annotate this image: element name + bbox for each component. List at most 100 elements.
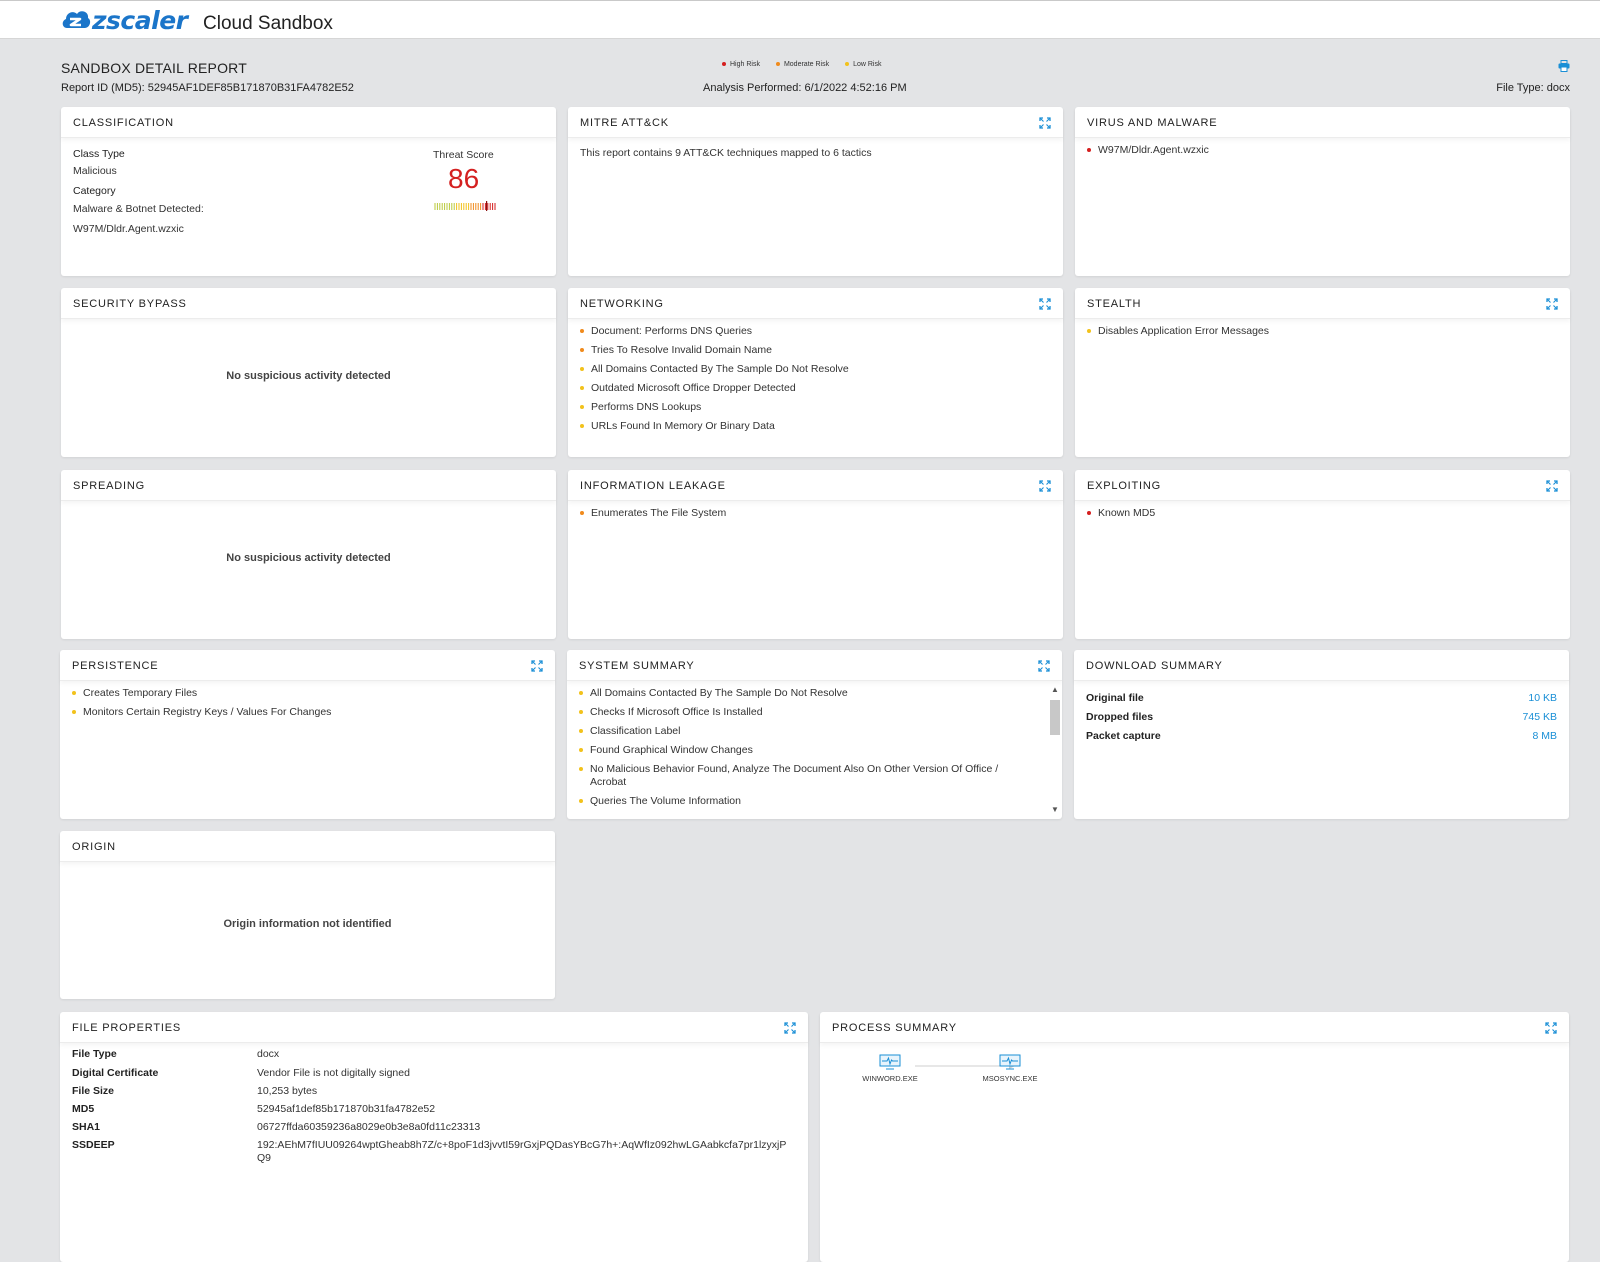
app-title: Cloud Sandbox xyxy=(203,13,333,34)
list-item: Tries To Resolve Invalid Domain Name xyxy=(580,344,1049,357)
card-title: VIRUS AND MALWARE xyxy=(1087,117,1218,129)
card-title: FILE PROPERTIES xyxy=(72,1022,181,1034)
file-properties-card: FILE PROPERTIES File Type docx Digital C… xyxy=(60,1012,808,1262)
list-item: All Domains Contacted By The Sample Do N… xyxy=(580,363,1049,376)
card-title: SPREADING xyxy=(73,480,145,492)
analysis-performed: Analysis Performed: 6/1/2022 4:52:16 PM xyxy=(703,82,907,94)
expand-icon[interactable] xyxy=(1546,298,1558,310)
list-item: Checks If Microsoft Office Is Installed xyxy=(579,706,1036,719)
mitre-card: MITRE ATT&CK This report contains 9 ATT&… xyxy=(568,107,1063,276)
stealth-list: Disables Application Error Messages xyxy=(1087,325,1556,344)
networking-list: Document: Performs DNS Queries Tries To … xyxy=(580,325,1049,439)
expand-icon[interactable] xyxy=(1039,480,1051,492)
process-node-msosync[interactable]: MSOSYNC.EXE xyxy=(980,1054,1040,1083)
download-summary-card: DOWNLOAD SUMMARY Original file 10 KB Dro… xyxy=(1074,650,1569,819)
download-original-link[interactable]: 10 KB xyxy=(1528,692,1557,704)
sha1-value: 06727ffda60359236a8029e0b3e8a0fd11c23313 xyxy=(257,1121,481,1133)
top-bar: zscaler Cloud Sandbox xyxy=(0,0,1600,39)
virus-malware-card: VIRUS AND MALWARE W97M/Dldr.Agent.wzxic xyxy=(1075,107,1570,276)
list-item: Document: Performs DNS Queries xyxy=(580,325,1049,338)
logo-text: zscaler xyxy=(92,5,188,35)
threat-score-value: 86 xyxy=(448,163,480,194)
system-summary-card: SYSTEM SUMMARY All Domains Contacted By … xyxy=(567,650,1062,819)
category-value: Malware & Botnet Detected: xyxy=(73,203,204,215)
system-summary-list: All Domains Contacted By The Sample Do N… xyxy=(579,687,1036,814)
expand-icon[interactable] xyxy=(1039,117,1051,129)
download-row-original: Original file 10 KB xyxy=(1086,692,1557,704)
threat-score-label: Threat Score xyxy=(433,149,494,161)
list-item: Known MD5 xyxy=(1087,507,1556,520)
card-title: INFORMATION LEAKAGE xyxy=(580,480,726,492)
print-icon[interactable] xyxy=(1558,60,1570,72)
digital-certificate-value: Vendor File is not digitally signed xyxy=(257,1067,410,1079)
file-type-value: docx xyxy=(257,1048,280,1060)
info-leakage-list: Enumerates The File System xyxy=(580,507,1049,526)
security-bypass-card: SECURITY BYPASS No suspicious activity d… xyxy=(61,288,556,457)
mitre-summary: This report contains 9 ATT&CK techniques… xyxy=(580,147,872,159)
list-item: Queries The Volume Information xyxy=(579,795,1036,808)
classification-card: CLASSIFICATION Class Type Malicious Cate… xyxy=(61,107,556,276)
expand-icon[interactable] xyxy=(1545,1022,1557,1034)
md5-value: 52945af1def85b171870b31fa4782e52 xyxy=(257,1103,436,1115)
virus-list: W97M/Dldr.Agent.wzxic xyxy=(1087,144,1556,163)
exploiting-list: Known MD5 xyxy=(1087,507,1556,526)
expand-icon[interactable] xyxy=(1546,480,1558,492)
report-id: Report ID (MD5): 52945AF1DEF85B171870B31… xyxy=(61,82,354,94)
scroll-up-arrow-icon[interactable]: ▲ xyxy=(1050,685,1060,695)
list-item: All Domains Contacted By The Sample Do N… xyxy=(579,687,1036,700)
class-type-value: Malicious xyxy=(73,165,117,177)
download-dropped-link[interactable]: 745 KB xyxy=(1523,711,1557,723)
file-type-header: File Type: docx xyxy=(1496,82,1570,94)
spreading-card: SPREADING No suspicious activity detecte… xyxy=(61,470,556,639)
card-title: NETWORKING xyxy=(580,298,664,310)
list-item: Classification Label xyxy=(579,725,1036,738)
empty-message: No suspicious activity detected xyxy=(226,552,391,564)
card-title: SECURITY BYPASS xyxy=(73,298,187,310)
networking-card: NETWORKING Document: Performs DNS Querie… xyxy=(568,288,1063,457)
list-item: Monitors Certain Registry Keys / Values … xyxy=(72,706,541,719)
list-item: URLs Found In Memory Or Binary Data xyxy=(580,420,1049,433)
process-node-winword[interactable]: WINWORD.EXE xyxy=(860,1054,920,1083)
origin-card: ORIGIN Origin information not identified xyxy=(60,831,555,999)
list-item: Enumerates The File System xyxy=(580,507,1049,520)
card-title: CLASSIFICATION xyxy=(73,117,174,129)
scroll-down-arrow-icon[interactable]: ▼ xyxy=(1050,805,1060,815)
list-item: Disables Application Error Messages xyxy=(1087,325,1556,338)
download-pcap-link[interactable]: 8 MB xyxy=(1532,730,1557,742)
class-type-label: Class Type xyxy=(73,148,125,160)
exploiting-card: EXPLOITING Known MD5 xyxy=(1075,470,1570,639)
card-title: ORIGIN xyxy=(72,841,116,853)
zscaler-cloud-icon xyxy=(62,11,91,29)
legend-high-risk: High Risk xyxy=(722,61,760,68)
scrollbar[interactable]: ▲ ▼ xyxy=(1048,683,1060,817)
expand-icon[interactable] xyxy=(1039,298,1051,310)
card-title: DOWNLOAD SUMMARY xyxy=(1086,660,1223,672)
card-title: PERSISTENCE xyxy=(72,660,159,672)
download-row-pcap: Packet capture 8 MB xyxy=(1086,730,1557,742)
process-monitor-icon xyxy=(999,1054,1021,1070)
expand-icon[interactable] xyxy=(1038,660,1050,672)
expand-icon[interactable] xyxy=(531,660,543,672)
expand-icon[interactable] xyxy=(784,1022,796,1034)
digital-certificate-key: Digital Certificate xyxy=(72,1067,159,1079)
stealth-card: STEALTH Disables Application Error Messa… xyxy=(1075,288,1570,457)
legend-moderate-risk: Moderate Risk xyxy=(775,61,829,68)
list-item: No Malicious Behavior Found, Analyze The… xyxy=(579,763,1036,789)
risk-legend: High Risk Moderate Risk Low Risk xyxy=(722,61,882,68)
file-size-key: File Size xyxy=(72,1085,115,1097)
process-summary-card: PROCESS SUMMARY WINWORD.EXE MSOSYNC.EXE xyxy=(820,1012,1569,1262)
file-type-key: File Type xyxy=(72,1048,117,1060)
ssdeep-value: 192:AEhM7fIUU09264wptGheab8h7Z/c+8poF1d3… xyxy=(257,1139,787,1164)
card-title: STEALTH xyxy=(1087,298,1142,310)
list-item: Creates Temporary Files xyxy=(72,687,541,700)
scroll-thumb[interactable] xyxy=(1050,700,1060,735)
process-monitor-icon xyxy=(879,1054,901,1070)
zscaler-logo[interactable]: zscaler xyxy=(61,5,188,35)
persistence-card: PERSISTENCE Creates Temporary Files Moni… xyxy=(60,650,555,819)
information-leakage-card: INFORMATION LEAKAGE Enumerates The File … xyxy=(568,470,1063,639)
category-label: Category xyxy=(73,185,116,197)
sha1-key: SHA1 xyxy=(72,1121,101,1133)
threat-score-gauge xyxy=(434,201,496,211)
card-title: PROCESS SUMMARY xyxy=(832,1022,957,1034)
list-item: Found Graphical Window Changes xyxy=(579,744,1036,757)
